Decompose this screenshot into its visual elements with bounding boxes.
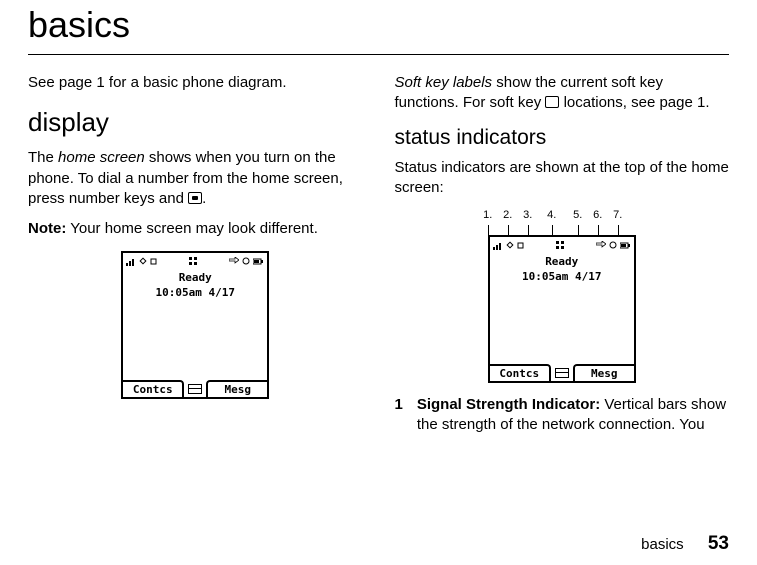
callout-num: 2. <box>501 208 515 223</box>
text-fragment: The <box>28 149 58 166</box>
callout-numbers: 1. 2. 3. 4. 5. 6. 7. <box>481 208 625 223</box>
phone-status-bar <box>490 237 634 253</box>
content-columns: See page 1 for a basic phone diagram. di… <box>28 73 729 436</box>
text-fragment: locations, see page 1. <box>559 94 709 111</box>
menu-icon <box>555 368 569 378</box>
note-paragraph: Note: Your home screen may look differen… <box>28 219 363 239</box>
callout-lines <box>481 225 625 235</box>
arrows-icon <box>229 257 239 265</box>
dots-icon <box>242 257 250 265</box>
status-indicator-diagram: 1. 2. 3. 4. 5. 6. 7. <box>395 208 730 383</box>
arrows-icon <box>596 241 606 249</box>
text-fragment: . <box>202 190 206 207</box>
datetime-label: 10:05am 4/17 <box>123 286 267 301</box>
status-left-group <box>126 257 157 266</box>
phone-screen: Ready 10:05am 4/17 Contcs Mesg <box>121 251 269 399</box>
softkey-labels-term: Soft key labels <box>395 74 493 91</box>
datetime-label: 10:05am 4/17 <box>490 270 634 285</box>
center-softkey <box>184 383 206 395</box>
grid-icon <box>189 257 197 265</box>
page-number: 53 <box>708 533 729 554</box>
callout-line <box>571 225 585 235</box>
battery-icon <box>620 242 631 249</box>
status-right-group <box>596 241 631 249</box>
center-softkey <box>551 367 573 379</box>
left-softkey: Contcs <box>123 380 184 399</box>
status-indicators-heading: status indicators <box>395 124 730 152</box>
ready-label: Ready <box>490 255 634 270</box>
callout-num: 1. <box>481 208 495 223</box>
left-column: See page 1 for a basic phone diagram. di… <box>28 73 363 436</box>
list-number: 1 <box>395 395 403 436</box>
right-softkey: Mesg <box>206 380 267 399</box>
dots-icon <box>609 241 617 249</box>
callout-line <box>501 225 515 235</box>
status-left-group <box>493 241 524 250</box>
phone-status-bar <box>123 253 267 269</box>
callout-num: 3. <box>521 208 535 223</box>
callout-line <box>521 225 535 235</box>
ready-label: Ready <box>123 271 267 286</box>
list-text: Signal Strength Indicator: Vertical bars… <box>417 395 729 436</box>
square-icon <box>517 242 524 249</box>
status-right-group <box>229 257 264 265</box>
right-column: Soft key labels show the current soft ke… <box>395 73 730 436</box>
send-key-icon <box>188 192 202 204</box>
callout-line <box>545 225 559 235</box>
list-item-1: 1 Signal Strength Indicator: Vertical ba… <box>395 395 730 436</box>
callout-num: 6. <box>591 208 605 223</box>
callout-num: 4. <box>545 208 559 223</box>
note-text: Your home screen may look different. <box>66 220 318 237</box>
note-label: Note: <box>28 220 66 237</box>
softkey-icon <box>545 96 559 108</box>
softkey-paragraph: Soft key labels show the current soft ke… <box>395 73 730 114</box>
display-paragraph: The home screen shows when you turn on t… <box>28 148 363 209</box>
phone-screen-body: Ready 10:05am 4/17 <box>490 253 634 365</box>
callout-line <box>481 225 495 235</box>
softkey-row: Contcs Mesg <box>123 381 267 397</box>
menu-icon <box>188 384 202 394</box>
callout-line <box>591 225 605 235</box>
signal-strength-label: Signal Strength Indicator: <box>417 396 600 413</box>
home-screen-term: home screen <box>58 149 145 166</box>
title-divider <box>28 54 729 55</box>
home-screen-diagram: Ready 10:05am 4/17 Contcs Mesg <box>28 251 363 399</box>
softkey-row: Contcs Mesg <box>490 365 634 381</box>
left-softkey: Contcs <box>490 364 551 383</box>
grid-icon <box>556 241 564 249</box>
signal-icon <box>126 257 136 266</box>
page-footer: basics 53 <box>641 533 729 555</box>
right-softkey: Mesg <box>573 364 634 383</box>
battery-icon <box>253 258 264 265</box>
phone-screen-body: Ready 10:05am 4/17 <box>123 269 267 381</box>
display-heading: display <box>28 105 363 140</box>
callout-num: 7. <box>611 208 625 223</box>
phone-screen: Ready 10:05am 4/17 Contcs Mesg <box>488 235 636 383</box>
callout-line <box>611 225 625 235</box>
status-paragraph: Status indicators are shown at the top o… <box>395 158 730 199</box>
intro-paragraph: See page 1 for a basic phone diagram. <box>28 73 363 93</box>
callout-num: 5. <box>571 208 585 223</box>
diamond-icon <box>506 241 514 249</box>
square-icon <box>150 258 157 265</box>
signal-icon <box>493 241 503 250</box>
footer-section-label: basics <box>641 536 684 553</box>
diamond-icon <box>139 257 147 265</box>
page-title: basics <box>28 0 729 54</box>
